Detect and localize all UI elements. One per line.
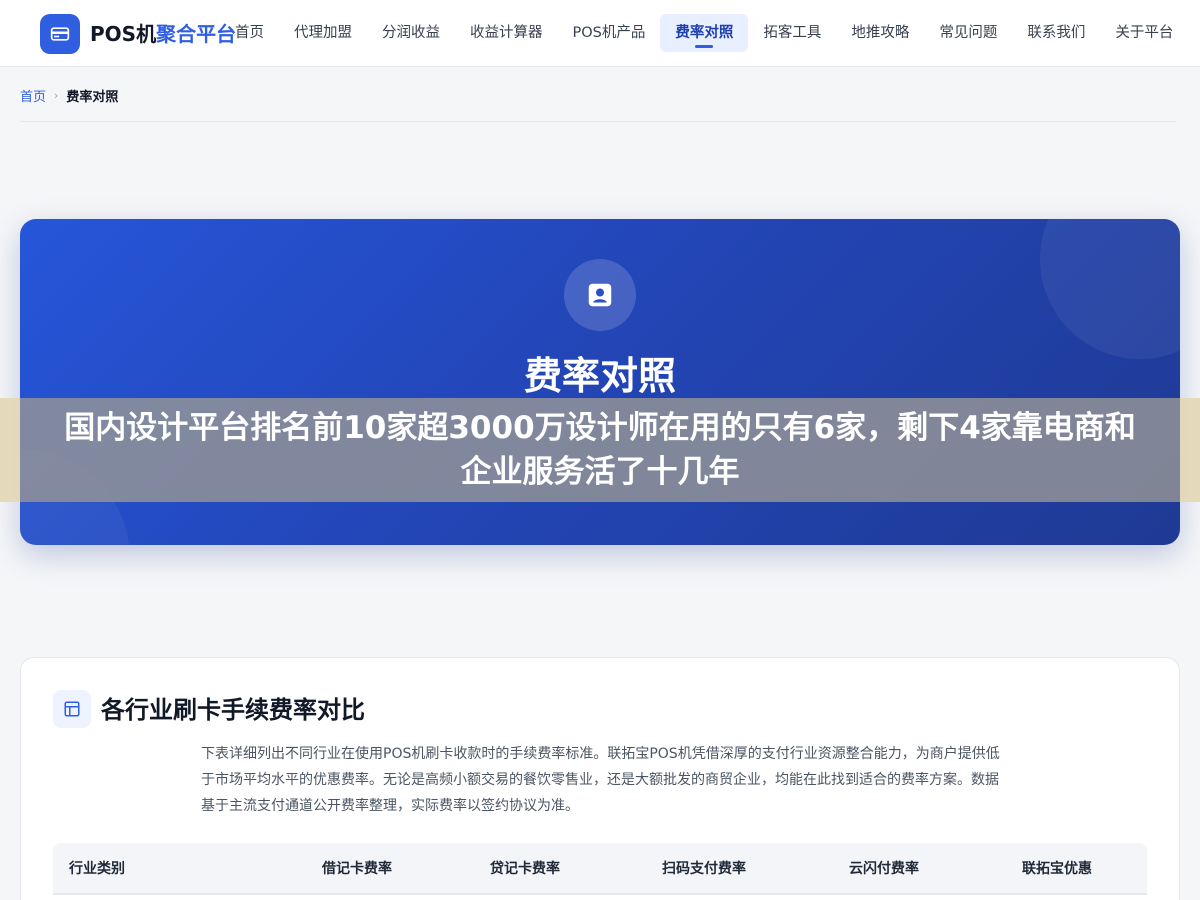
brand-prefix: POS机 <box>90 22 157 46</box>
rate-comparison-card: 各行业刷卡手续费率对比 下表详细列出不同行业在使用POS机刷卡收款时的手续费率标… <box>20 657 1180 900</box>
table-header-unionpay: 云闪付费率 <box>849 861 919 877</box>
nav-item-pos-products[interactable]: POS机产品 <box>558 14 661 52</box>
credit-card-icon <box>50 27 70 41</box>
hero-decoration <box>1040 219 1180 359</box>
nav-item-home[interactable]: 首页 <box>220 14 279 52</box>
table-header-discount: 联拓宝优惠 <box>1022 861 1092 877</box>
breadcrumb-home[interactable]: 首页 <box>20 86 46 105</box>
contact-card-icon <box>588 283 612 307</box>
table-header-industry: 行业类别 <box>69 861 125 877</box>
hero-icon-badge <box>564 259 636 331</box>
nav-item-rate-compare[interactable]: 费率对照 <box>660 14 749 52</box>
table-header-credit: 贷记卡费率 <box>490 861 560 877</box>
nav-item-faq[interactable]: 常见问题 <box>924 14 1012 52</box>
logo[interactable] <box>40 14 80 54</box>
nav-item-strategy[interactable]: 地推攻略 <box>836 14 924 52</box>
table-header-debit: 借记卡费率 <box>322 861 392 877</box>
table-header-qr: 扫码支付费率 <box>662 861 746 877</box>
overlay-edge <box>0 398 20 502</box>
table-icon <box>64 701 80 717</box>
breadcrumb-current: 费率对照 <box>66 90 119 105</box>
nav-item-calculator[interactable]: 收益计算器 <box>455 14 558 52</box>
overlay-edge <box>1180 398 1200 502</box>
nav-item-profit-share[interactable]: 分润收益 <box>367 14 455 52</box>
nav-item-about[interactable]: 关于平台 <box>1100 14 1188 52</box>
breadcrumb-separator: › <box>54 89 59 102</box>
main-nav: 首页 代理加盟 分润收益 收益计算器 POS机产品 费率对照 拓客工具 地推攻略… <box>220 14 1188 52</box>
overlay-banner: 国内设计平台排名前10家超3000万设计师在用的只有6家，剩下4家靠电商和企业服… <box>0 398 1200 502</box>
nav-item-agent[interactable]: 代理加盟 <box>279 14 367 52</box>
hero-title: 费率对照 <box>523 354 676 398</box>
section-icon-badge <box>53 690 91 728</box>
divider <box>20 121 1176 122</box>
breadcrumb: 首页 › 费率对照 <box>20 86 118 105</box>
overlay-headline: 国内设计平台排名前10家超3000万设计师在用的只有6家，剩下4家靠电商和企业服… <box>64 410 1136 490</box>
brand-name[interactable]: POS机聚合平台 <box>90 21 236 47</box>
nav-item-tools[interactable]: 拓客工具 <box>748 14 836 52</box>
top-header: POS机聚合平台 首页 代理加盟 分润收益 收益计算器 POS机产品 费率对照 … <box>0 0 1200 67</box>
table-header-row: 行业类别 借记卡费率 贷记卡费率 扫码支付费率 云闪付费率 联拓宝优惠 <box>53 843 1147 895</box>
section-description: 下表详细列出不同行业在使用POS机刷卡收款时的手续费率标准。联拓宝POS机凭借深… <box>201 746 1000 814</box>
section-title: 各行业刷卡手续费率对比 <box>101 696 365 724</box>
nav-item-contact[interactable]: 联系我们 <box>1012 14 1100 52</box>
